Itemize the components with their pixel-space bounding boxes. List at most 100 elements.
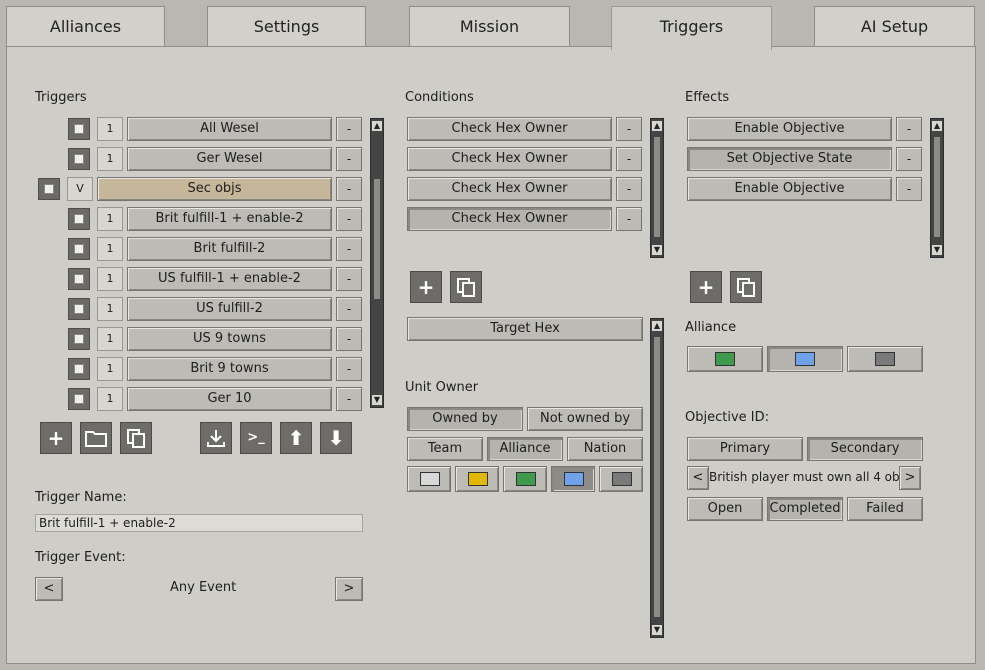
conditions-scrollbar[interactable]: ▲ ▼ <box>650 118 664 258</box>
failed-button[interactable]: Failed <box>847 497 923 521</box>
open-button[interactable]: Open <box>687 497 763 521</box>
remove-trigger-button[interactable]: - <box>336 117 362 141</box>
trigger-checkbox[interactable] <box>68 388 90 410</box>
scroll-down-arrow[interactable]: ▼ <box>652 245 662 255</box>
remove-effect-button[interactable]: - <box>896 117 922 141</box>
trigger-checkbox[interactable] <box>38 178 60 200</box>
scroll-up-arrow[interactable]: ▲ <box>652 121 662 131</box>
effects-scrollbar[interactable]: ▲ ▼ <box>930 118 944 258</box>
remove-trigger-button[interactable]: - <box>336 267 362 291</box>
owner-color-button[interactable] <box>407 466 451 492</box>
objective-prev-button[interactable]: < <box>687 466 709 490</box>
trigger-name-input[interactable]: Brit fulfill-1 + enable-2 <box>35 514 363 532</box>
trigger-item[interactable]: Brit fulfill-2 <box>127 237 332 261</box>
scroll-thumb[interactable] <box>934 137 940 237</box>
effect-item[interactable]: Enable Objective <box>687 177 892 201</box>
remove-condition-button[interactable]: - <box>616 147 642 171</box>
scroll-down-arrow[interactable]: ▼ <box>932 245 942 255</box>
trigger-item[interactable]: Sec objs <box>97 177 332 201</box>
completed-button[interactable]: Completed <box>767 497 843 521</box>
script-button[interactable]: >_ <box>240 422 272 454</box>
remove-trigger-button[interactable]: - <box>336 387 362 411</box>
scroll-down-arrow[interactable]: ▼ <box>372 395 382 405</box>
owned-by-button[interactable]: Owned by <box>407 407 523 431</box>
move-up-button[interactable]: ⬆ <box>280 422 312 454</box>
add-trigger-button[interactable]: + <box>40 422 72 454</box>
trigger-checkbox[interactable] <box>68 268 90 290</box>
copy-effect-button[interactable] <box>730 271 762 303</box>
add-effect-button[interactable]: + <box>690 271 722 303</box>
tab-settings[interactable]: Settings <box>207 6 366 46</box>
trigger-checkbox[interactable] <box>68 118 90 140</box>
tab-mission[interactable]: Mission <box>409 6 570 46</box>
trigger-item[interactable]: All Wesel <box>127 117 332 141</box>
trigger-checkbox[interactable] <box>68 298 90 320</box>
copy-condition-button[interactable] <box>450 271 482 303</box>
trigger-checkbox[interactable] <box>68 238 90 260</box>
tab-ai-setup[interactable]: AI Setup <box>814 6 975 46</box>
trigger-checkbox[interactable] <box>68 148 90 170</box>
objective-next-button[interactable]: > <box>899 466 921 490</box>
trigger-scrollbar[interactable]: ▲ ▼ <box>370 118 384 408</box>
nation-button[interactable]: Nation <box>567 437 643 461</box>
trigger-item[interactable]: US fulfill-2 <box>127 297 332 321</box>
remove-trigger-button[interactable]: - <box>336 207 362 231</box>
condition-item[interactable]: Check Hex Owner <box>407 147 612 171</box>
owner-color-button[interactable] <box>503 466 547 492</box>
condition-item[interactable]: Check Hex Owner <box>407 117 612 141</box>
scroll-thumb[interactable] <box>654 337 660 617</box>
remove-trigger-button[interactable]: - <box>336 177 362 201</box>
alliance-color-button[interactable] <box>687 346 763 372</box>
add-condition-button[interactable]: + <box>410 271 442 303</box>
trigger-checkbox[interactable] <box>68 328 90 350</box>
remove-condition-button[interactable]: - <box>616 117 642 141</box>
event-prev-button[interactable]: < <box>35 577 63 601</box>
secondary-button[interactable]: Secondary <box>807 437 923 461</box>
trigger-item[interactable]: Brit fulfill-1 + enable-2 <box>127 207 332 231</box>
scroll-up-arrow[interactable]: ▲ <box>652 321 662 331</box>
trigger-item[interactable]: Brit 9 towns <box>127 357 332 381</box>
trigger-checkbox[interactable] <box>68 208 90 230</box>
target-hex-button[interactable]: Target Hex <box>407 317 643 341</box>
move-down-button[interactable]: ⬇ <box>320 422 352 454</box>
trigger-item[interactable]: US 9 towns <box>127 327 332 351</box>
scroll-thumb[interactable] <box>374 179 380 299</box>
trigger-item[interactable]: Ger Wesel <box>127 147 332 171</box>
scroll-thumb[interactable] <box>654 137 660 237</box>
open-folder-button[interactable] <box>80 422 112 454</box>
alliance-button[interactable]: Alliance <box>487 437 563 461</box>
event-next-button[interactable]: > <box>335 577 363 601</box>
alliance-color-button[interactable] <box>847 346 923 372</box>
tab-alliances[interactable]: Alliances <box>6 6 165 46</box>
remove-trigger-button[interactable]: - <box>336 357 362 381</box>
condition-item[interactable]: Check Hex Owner <box>407 177 612 201</box>
remove-effect-button[interactable]: - <box>896 177 922 201</box>
owner-color-button[interactable] <box>551 466 595 492</box>
primary-button[interactable]: Primary <box>687 437 803 461</box>
remove-trigger-button[interactable]: - <box>336 297 362 321</box>
not-owned-by-button[interactable]: Not owned by <box>527 407 643 431</box>
scroll-down-arrow[interactable]: ▼ <box>652 625 662 635</box>
owner-color-button[interactable] <box>599 466 643 492</box>
effect-item[interactable]: Enable Objective <box>687 117 892 141</box>
tab-triggers[interactable]: Triggers <box>611 6 772 50</box>
remove-trigger-button[interactable]: - <box>336 327 362 351</box>
condition-item[interactable]: Check Hex Owner <box>407 207 612 231</box>
trigger-item[interactable]: US fulfill-1 + enable-2 <box>127 267 332 291</box>
import-trigger-button[interactable] <box>200 422 232 454</box>
params-scrollbar[interactable]: ▲ ▼ <box>650 318 664 638</box>
trigger-checkbox[interactable] <box>68 358 90 380</box>
scroll-up-arrow[interactable]: ▲ <box>932 121 942 131</box>
scroll-up-arrow[interactable]: ▲ <box>372 121 382 131</box>
remove-condition-button[interactable]: - <box>616 207 642 231</box>
remove-trigger-button[interactable]: - <box>336 147 362 171</box>
team-button[interactable]: Team <box>407 437 483 461</box>
effect-item[interactable]: Set Objective State <box>687 147 892 171</box>
owner-color-button[interactable] <box>455 466 499 492</box>
alliance-color-button[interactable] <box>767 346 843 372</box>
remove-effect-button[interactable]: - <box>896 147 922 171</box>
trigger-item[interactable]: Ger 10 <box>127 387 332 411</box>
remove-condition-button[interactable]: - <box>616 177 642 201</box>
copy-trigger-button[interactable] <box>120 422 152 454</box>
remove-trigger-button[interactable]: - <box>336 237 362 261</box>
